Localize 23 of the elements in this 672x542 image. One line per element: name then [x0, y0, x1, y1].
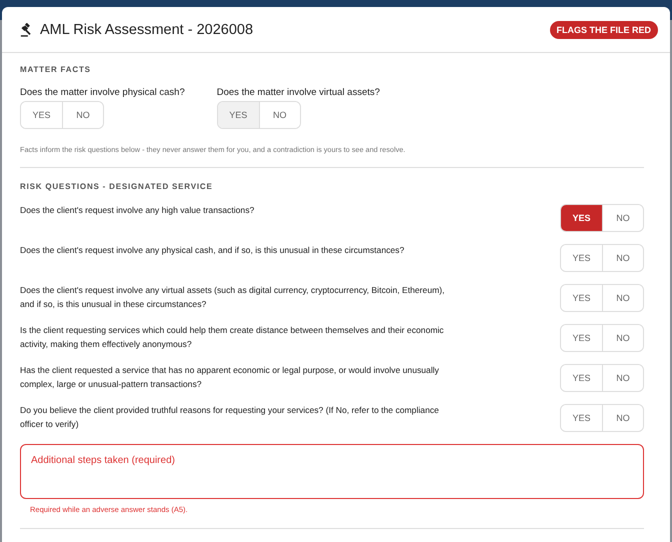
answer-toggle[interactable]: NO	[602, 205, 643, 231]
answer-toggle[interactable]: NO	[602, 325, 643, 351]
question-text: Does the client's request involve any physical cash, and if so, is this unusual in these circumstances?	[20, 244, 406, 257]
dialog-title: AML Risk Assessment - 2026008	[40, 22, 254, 38]
status-badge: FLAGS THE FILE RED	[550, 20, 658, 38]
question-label: Does the matter involve virtual assets?	[216, 87, 380, 98]
section-heading: MATTER FACTS	[20, 65, 92, 74]
question-text: Do you believe the client provided truthful reasons for requesting your services? (If No, refer to the compliance officer to verify)	[20, 404, 440, 431]
section-heading: RISK QUESTIONS - DESIGNATED SERVICE	[20, 182, 214, 191]
answer-toggle[interactable]: NO	[602, 405, 643, 431]
answer-toggle[interactable]: NO	[258, 102, 300, 128]
answer-toggle[interactable]: NO	[62, 102, 103, 128]
question-text: Does the client's request involve any high value transactions?	[20, 204, 256, 217]
question-text: Is the client requesting services which could help them create distance between themselves and their economic activity, making them effectively anonymous?	[20, 324, 445, 351]
answer-toggle[interactable]: NO	[602, 245, 643, 271]
question-text: Does the client's request involve any virtual assets (such as digital currency, cryptocurrency, Bitcoin, Ethereum), and if so, is this unusual in these circumstances?	[20, 284, 446, 311]
question-label: Does the matter involve physical cash?	[20, 87, 185, 98]
answer-toggle[interactable]: YES	[561, 205, 602, 231]
steps-textarea[interactable]: Additional steps taken (required)	[20, 444, 644, 499]
answer-toggle[interactable]: NO	[602, 365, 643, 391]
answer-toggle[interactable]: YES	[218, 102, 259, 128]
answer-toggle[interactable]: NO	[602, 285, 643, 311]
question-text: Has the client requested a service that has no apparent economic or legal purpose, or would involve unusually complex, large or unusual-pattern transactions?	[20, 364, 440, 391]
